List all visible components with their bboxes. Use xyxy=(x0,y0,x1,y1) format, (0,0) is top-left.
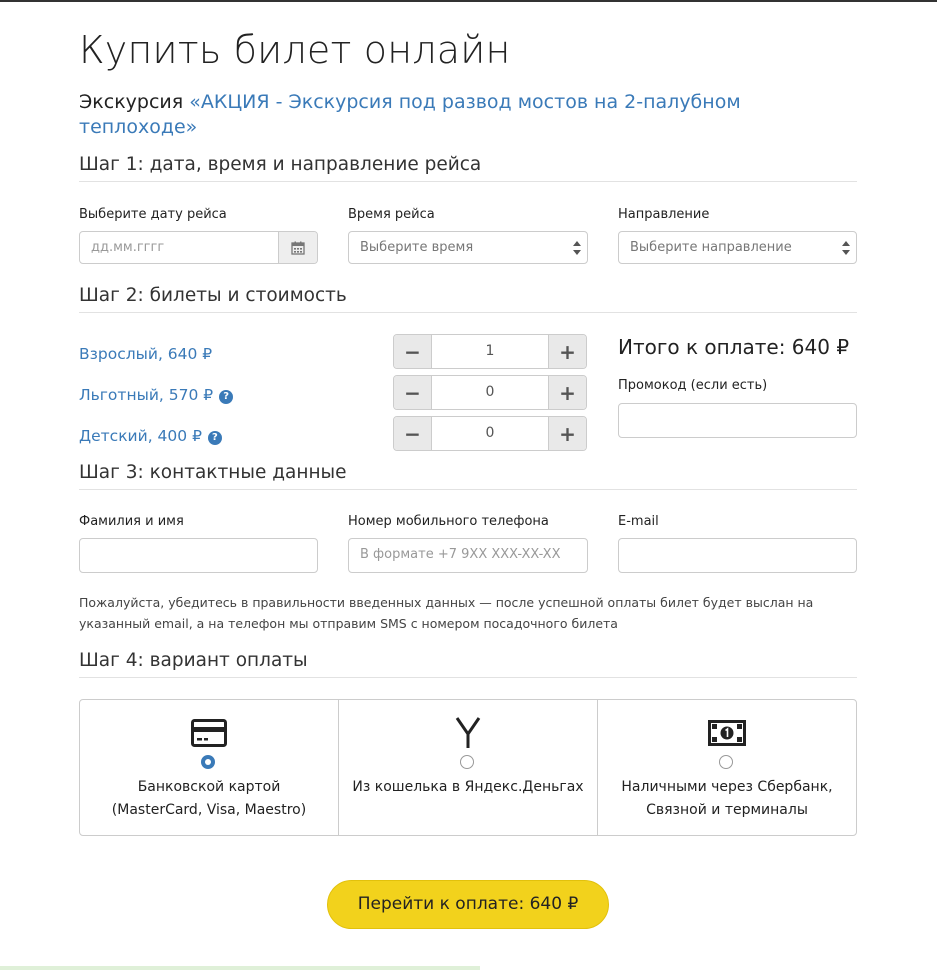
payment-option-yandex[interactable]: Из кошелька в Яндекс.Деньгах xyxy=(338,700,597,835)
help-icon[interactable]: ? xyxy=(219,390,234,404)
phone-placeholder: В формате +7 9XX XXX-XX-XX xyxy=(360,547,561,562)
payment-options: Банковской картой (MasterCard, Visa, Mae… xyxy=(79,699,857,836)
step2-heading: Шаг 2: билеты и стоимость xyxy=(79,285,857,313)
payment-option-cash[interactable]: Наличными через Сбербанк, Связной и терм… xyxy=(597,700,856,835)
decrement-button[interactable]: − xyxy=(394,335,432,368)
step3-heading: Шаг 3: контактные данные xyxy=(79,462,857,490)
quantity-value[interactable]: 0 xyxy=(432,417,548,450)
payment-option-line: Банковской картой xyxy=(137,779,281,795)
decrement-button[interactable]: − xyxy=(394,376,432,409)
payment-option-card[interactable]: Банковской картой (MasterCard, Visa, Mae… xyxy=(80,700,338,835)
contact-note: Пожалуйста, убедитесь в правильности вве… xyxy=(79,595,814,631)
payment-option-text: Из кошелька в Яндекс.Деньгах xyxy=(347,776,589,799)
payment-option-line: (MasterCard, Visa, Maestro) xyxy=(111,802,307,818)
excursion-title: Экскурсия «АКЦИЯ - Экскурсия под развод … xyxy=(79,90,799,140)
payment-option-line: Связной и терминалы xyxy=(646,802,808,818)
name-input[interactable] xyxy=(79,538,318,573)
payment-option-text: Банковской картой (MasterCard, Visa, Mae… xyxy=(88,776,330,822)
calendar-icon[interactable] xyxy=(278,232,317,263)
payment-option-text: Наличными через Сбербанк, Связной и терм… xyxy=(606,776,848,822)
direction-select[interactable]: Выберите направление xyxy=(618,231,857,264)
increment-button[interactable]: + xyxy=(548,335,586,368)
increment-button[interactable]: + xyxy=(548,376,586,409)
ticket-label: Взрослый, 640 ₽ xyxy=(79,345,213,363)
ticket-reduced[interactable]: Льготный, 570 ₽? xyxy=(79,386,234,404)
payment-radio-card[interactable] xyxy=(201,755,215,769)
select-arrows-icon xyxy=(842,241,850,255)
email-label: E-mail xyxy=(618,514,659,529)
date-placeholder: дд.мм.гггг xyxy=(91,240,165,255)
footer-strip xyxy=(0,966,937,970)
ticket-child[interactable]: Детский, 400 ₽? xyxy=(79,427,222,445)
direction-select-value: Выберите направление xyxy=(630,240,792,255)
excursion-prefix: Экскурсия xyxy=(79,91,184,113)
promo-label: Промокод (если есть) xyxy=(618,378,768,393)
phone-input[interactable]: В формате +7 9XX XXX-XX-XX xyxy=(348,538,588,573)
step1-heading: Шаг 1: дата, время и направление рейса xyxy=(79,154,857,182)
time-select-value: Выберите время xyxy=(360,240,474,255)
email-input[interactable] xyxy=(618,538,857,573)
total-price: Итого к оплате: 640 ₽ xyxy=(618,335,850,359)
proceed-to-payment-button[interactable]: Перейти к оплате: 640 ₽ xyxy=(327,880,609,929)
step4-heading: Шаг 4: вариант оплаты xyxy=(79,650,857,678)
ticket-adult[interactable]: Взрослый, 640 ₽ xyxy=(79,345,212,363)
date-label: Выберите дату рейса xyxy=(79,207,227,222)
quantity-stepper-child: − 0 + xyxy=(393,416,587,451)
time-select[interactable]: Выберите время xyxy=(348,231,588,264)
decrement-button[interactable]: − xyxy=(394,417,432,450)
payment-option-line: Наличными через Сбербанк, xyxy=(621,779,833,795)
payment-radio-yandex[interactable] xyxy=(460,755,474,769)
cash-icon xyxy=(598,716,856,750)
help-icon[interactable]: ? xyxy=(207,431,222,445)
increment-button[interactable]: + xyxy=(548,417,586,450)
time-label: Время рейса xyxy=(348,207,435,222)
date-input[interactable]: дд.мм.гггг xyxy=(79,231,318,264)
yandex-money-icon xyxy=(339,716,597,750)
select-arrows-icon xyxy=(573,241,581,255)
payment-option-line: Из кошелька в Яндекс.Деньгах xyxy=(352,779,584,795)
quantity-stepper-reduced: − 0 + xyxy=(393,375,587,410)
ticket-label: Детский, 400 ₽ xyxy=(79,427,202,445)
promo-input[interactable] xyxy=(618,403,857,438)
phone-label: Номер мобильного телефона xyxy=(348,514,549,529)
credit-card-icon xyxy=(80,716,338,750)
quantity-value[interactable]: 1 xyxy=(432,335,548,368)
quantity-stepper-adult: − 1 + xyxy=(393,334,587,369)
page-title: Купить билет онлайн xyxy=(79,28,511,72)
name-label: Фамилия и имя xyxy=(79,514,184,529)
direction-label: Направление xyxy=(618,207,710,222)
quantity-value[interactable]: 0 xyxy=(432,376,548,409)
ticket-label: Льготный, 570 ₽ xyxy=(79,386,214,404)
payment-radio-cash[interactable] xyxy=(719,755,733,769)
